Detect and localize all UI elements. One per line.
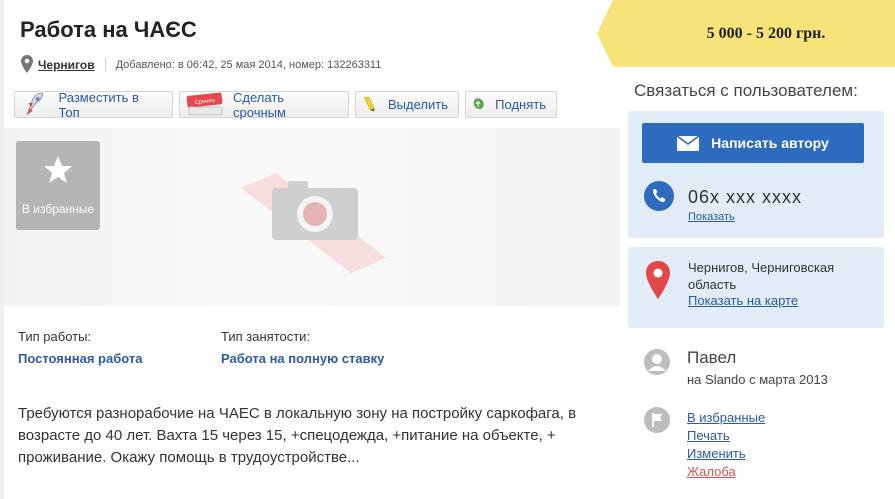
- show-phone-link[interactable]: Показать: [688, 211, 735, 223]
- param-label: Тип занятости:: [221, 329, 311, 344]
- location-text: Чернигов, Черниговская область: [688, 260, 835, 292]
- highlight-label: Выделить: [388, 97, 448, 112]
- place-top-button[interactable]: Разместить в Топ: [14, 89, 173, 120]
- promo-actions: Разместить в Топ Срочно Сделать срочным …: [14, 89, 557, 120]
- rocket-icon: [26, 92, 44, 116]
- user-avatar-icon: [644, 349, 670, 375]
- param-label: Тип работы:: [18, 329, 92, 344]
- write-author-button[interactable]: Написать автору: [642, 123, 864, 163]
- param-employment-type: Тип занятости: Работа на полную ставку: [221, 329, 424, 366]
- print-link[interactable]: Печать: [687, 427, 765, 445]
- edit-link[interactable]: Изменить: [687, 445, 765, 463]
- add-to-favorites-button[interactable]: В избранные: [16, 141, 100, 230]
- place-top-label: Разместить в Топ: [58, 89, 139, 120]
- param-value[interactable]: Работа на полную ставку: [221, 351, 424, 366]
- param-work-type: Тип работы: Постоянная работа: [18, 329, 221, 366]
- urgent-sticker-icon: Срочно: [186, 92, 223, 116]
- favorites-label: В избранные: [21, 202, 95, 216]
- listing-links: В избранные Печать Изменить Жалоба: [687, 409, 765, 481]
- raise-button[interactable]: Поднять: [465, 91, 557, 118]
- price-value: 5 000 - 5 200 грн.: [706, 25, 826, 42]
- listing-panel: Работа на ЧАЄС Чернигов Добавлено: в 06:…: [4, 0, 620, 499]
- photo-area: В избранные: [4, 128, 620, 306]
- highlighter-icon: [363, 97, 375, 112]
- user-since: на Slando с марта 2013: [687, 372, 828, 387]
- phone-icon: [644, 181, 674, 211]
- make-urgent-label: Сделать срочным: [233, 89, 286, 120]
- listing-description: Требуются разнорабочие на ЧАЕС в локальн…: [18, 405, 577, 466]
- city-link[interactable]: Чернигов: [38, 58, 95, 72]
- meta-divider: [104, 58, 106, 72]
- raise-label: Поднять: [495, 97, 546, 112]
- star-icon: [44, 156, 72, 183]
- camera-placeholder-icon: [241, 173, 386, 273]
- highlight-button[interactable]: Выделить: [355, 91, 459, 118]
- listing-meta: Чернигов Добавлено: в 06:42, 25 мая 2014…: [20, 55, 381, 75]
- price-tag: 5 000 - 5 200 грн.: [597, 0, 895, 67]
- contact-panel: Связаться с пользователем: Написать авто…: [620, 67, 895, 499]
- contact-box: Написать автору 06x xxx xxxx Показать: [628, 111, 884, 238]
- write-author-label: Написать автору: [711, 135, 829, 151]
- phone-number: 06x xxx xxxx: [688, 187, 803, 207]
- flag-icon: [644, 407, 670, 433]
- added-info: Добавлено: в 06:42, 25 мая 2014, номер: …: [115, 59, 382, 71]
- user-name: Павел: [687, 348, 737, 367]
- raise-up-icon: [473, 98, 484, 110]
- report-link[interactable]: Жалоба: [687, 463, 765, 481]
- listing-title: Работа на ЧАЄС: [20, 17, 197, 42]
- job-params: Тип работы: Постоянная работа Тип занято…: [18, 329, 424, 366]
- param-value[interactable]: Постоянная работа: [18, 351, 221, 366]
- envelope-icon: [677, 135, 700, 151]
- add-favorites-link[interactable]: В избранные: [687, 409, 765, 427]
- location-pin-icon: [21, 55, 33, 73]
- show-on-map-link[interactable]: Показать на карте: [688, 293, 798, 308]
- make-urgent-button[interactable]: Срочно Сделать срочным: [179, 89, 349, 120]
- contact-title: Связаться с пользователем:: [634, 81, 858, 100]
- location-box: Чернигов, Черниговская область Показать …: [628, 247, 884, 328]
- map-marker-icon: [646, 261, 670, 299]
